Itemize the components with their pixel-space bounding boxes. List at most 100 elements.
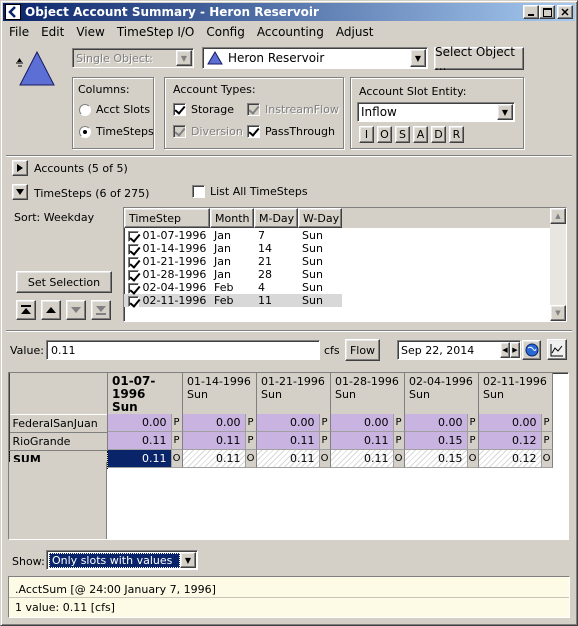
ts-header-month[interactable]: Month xyxy=(210,208,254,228)
close-button[interactable] xyxy=(557,5,573,19)
value-input[interactable]: 0.11 xyxy=(46,340,320,360)
grid-cell-selected[interactable]: 0.11 xyxy=(108,450,172,468)
grid-cell[interactable]: 0.00 xyxy=(478,414,542,432)
grid-cell[interactable]: 0.00 xyxy=(404,414,468,432)
menu-accounting[interactable]: Accounting xyxy=(251,25,330,39)
select-object-button[interactable]: Select Object ... xyxy=(434,45,524,73)
menu-adjust[interactable]: Adjust xyxy=(330,25,380,39)
move-first-button[interactable] xyxy=(16,300,36,320)
radio-button[interactable] xyxy=(79,125,91,138)
radio-button[interactable] xyxy=(79,103,91,116)
set-selection-button[interactable]: Set Selection xyxy=(16,271,112,293)
ts-row-checkbox[interactable] xyxy=(128,243,139,255)
grid-cell[interactable]: 0.11 xyxy=(330,450,394,468)
app-icon[interactable] xyxy=(5,4,21,20)
menu-edit[interactable]: Edit xyxy=(35,25,70,39)
grid-column-header[interactable]: 01-28-1996 Sun xyxy=(330,373,405,414)
move-down-button[interactable] xyxy=(66,300,86,320)
checkbox-storage[interactable]: Storage xyxy=(173,103,234,116)
table-row[interactable]: 02-04-1996 Feb 4 Sun xyxy=(124,281,342,294)
grid-cell[interactable]: 0.11 xyxy=(256,450,320,468)
chevron-down-icon[interactable]: ▼ xyxy=(176,50,192,66)
scroll-up-icon[interactable]: ▲ xyxy=(550,208,566,224)
entity-button-d[interactable]: D xyxy=(431,126,446,143)
entity-button-s[interactable]: S xyxy=(395,126,410,143)
checkbox-instreamflow[interactable]: InstreamFlow xyxy=(247,103,339,116)
ts-row-checkbox[interactable] xyxy=(128,256,139,268)
grid-column-header[interactable]: 02-04-1996 Sun xyxy=(404,373,479,414)
table-row[interactable]: 02-11-1996 Feb 11 Sun xyxy=(124,294,342,307)
ts-header-wday[interactable]: W-Day xyxy=(298,208,342,228)
scroll-down-icon[interactable]: ▼ xyxy=(550,305,566,321)
table-row[interactable]: 01-14-1996 Jan 14 Sun xyxy=(124,242,342,255)
menu-view[interactable]: View xyxy=(70,25,110,39)
grid-cell[interactable]: 0.11 xyxy=(182,432,246,450)
grid-cell[interactable]: 0.15 xyxy=(404,432,468,450)
move-last-button[interactable] xyxy=(91,300,111,320)
menu-timestep-io[interactable]: TimeStep I/O xyxy=(111,25,201,39)
ts-row-checkbox[interactable] xyxy=(128,282,139,294)
grid-cell[interactable]: 0.12 xyxy=(478,450,542,468)
ts-row-checkbox[interactable] xyxy=(128,230,139,242)
grid-cell[interactable]: 0.00 xyxy=(330,414,394,432)
table-row[interactable]: 01-07-1996 Jan 7 Sun xyxy=(124,229,342,242)
menu-config[interactable]: Config xyxy=(200,25,251,39)
minimize-button[interactable] xyxy=(523,5,539,19)
account-grid[interactable]: 01-07-1996 Sun 01-14-1996 Sun 01-21-1996 Su… xyxy=(8,372,569,540)
ts-header-mday[interactable]: M-Day xyxy=(254,208,298,228)
grid-column-header[interactable]: 01-21-1996 Sun xyxy=(256,373,331,414)
grid-column-header[interactable]: 01-14-1996 Sun xyxy=(182,373,257,414)
move-up-button[interactable] xyxy=(41,300,61,320)
grid-row-header[interactable]: FederalSanJuan xyxy=(9,413,108,433)
show-select[interactable]: Only slots with values ▼ xyxy=(46,550,198,570)
ts-scrollbar[interactable]: ▲ ▼ xyxy=(550,208,566,321)
show-label: Show: xyxy=(12,555,45,568)
grid-column-header[interactable]: 01-07-1996 Sun xyxy=(107,373,183,414)
flow-button[interactable]: Flow xyxy=(345,339,380,361)
object-select[interactable]: Heron Reservoir ▼ xyxy=(202,47,428,69)
grid-cell[interactable]: 0.15 xyxy=(404,450,468,468)
mode-select[interactable]: Single Object: ▼ xyxy=(72,48,194,68)
checkbox-passthrough[interactable]: PassThrough xyxy=(247,125,335,138)
grid-cell[interactable]: 0.00 xyxy=(182,414,246,432)
chevron-down-icon[interactable]: ▼ xyxy=(497,104,513,120)
entity-button-o[interactable]: O xyxy=(377,126,392,143)
date-spinner[interactable]: Sep 22, 2014 ◀ ▶ xyxy=(397,340,521,360)
grid-column-header[interactable]: 02-11-1996 Sun xyxy=(478,373,553,414)
accounts-expand-button[interactable] xyxy=(12,160,28,176)
grid-cell[interactable]: 0.00 xyxy=(256,414,320,432)
grid-cell[interactable]: 0.11 xyxy=(182,450,246,468)
slot-entity-select[interactable]: Inflow ▼ xyxy=(357,102,515,122)
menu-file[interactable]: File xyxy=(3,25,35,39)
chevron-left-icon[interactable]: ◀ xyxy=(500,342,510,358)
ts-row-checkbox[interactable] xyxy=(128,269,139,281)
chevron-right-icon[interactable]: ▶ xyxy=(510,342,520,358)
ts-header-timestep[interactable]: TimeStep xyxy=(124,208,210,228)
timesteps-expand-button[interactable] xyxy=(12,184,28,200)
checkbox-diversion[interactable]: Diversion xyxy=(173,125,243,138)
grid-row-header[interactable]: RioGrande xyxy=(9,431,108,451)
radio-timesteps[interactable]: TimeSteps xyxy=(79,125,154,138)
timestep-list[interactable]: TimeStep Month M-Day W-Day 01-07-1996 Ja… xyxy=(123,207,567,322)
grid-cell-flag: P xyxy=(245,414,257,432)
entity-button-i[interactable]: I xyxy=(359,126,374,143)
plot-icon[interactable] xyxy=(547,339,567,360)
grid-cell[interactable]: 0.12 xyxy=(478,432,542,450)
entity-button-r[interactable]: R xyxy=(449,126,464,143)
radio-acct-slots[interactable]: Acct Slots xyxy=(79,103,150,116)
chevron-down-icon[interactable]: ▼ xyxy=(180,552,196,568)
ts-row-checkbox[interactable] xyxy=(128,295,139,307)
chevron-down-icon[interactable]: ▼ xyxy=(410,49,426,67)
value-label: Value: xyxy=(10,344,44,357)
globe-icon[interactable] xyxy=(522,340,541,360)
grid-cell[interactable]: 0.11 xyxy=(330,432,394,450)
entity-button-a[interactable]: A xyxy=(413,126,428,143)
title-bar[interactable]: Object Account Summary - Heron Reservoir xyxy=(3,3,575,21)
table-row[interactable]: 01-21-1996 Jan 21 Sun xyxy=(124,255,342,268)
grid-cell[interactable]: 0.00 xyxy=(108,414,172,432)
maximize-button[interactable] xyxy=(539,5,555,19)
grid-cell[interactable]: 0.11 xyxy=(256,432,320,450)
table-row[interactable]: 01-28-1996 Jan 28 Sun xyxy=(124,268,342,281)
list-all-timesteps-checkbox[interactable]: List All TimeSteps xyxy=(192,185,308,198)
grid-cell[interactable]: 0.11 xyxy=(108,432,172,450)
